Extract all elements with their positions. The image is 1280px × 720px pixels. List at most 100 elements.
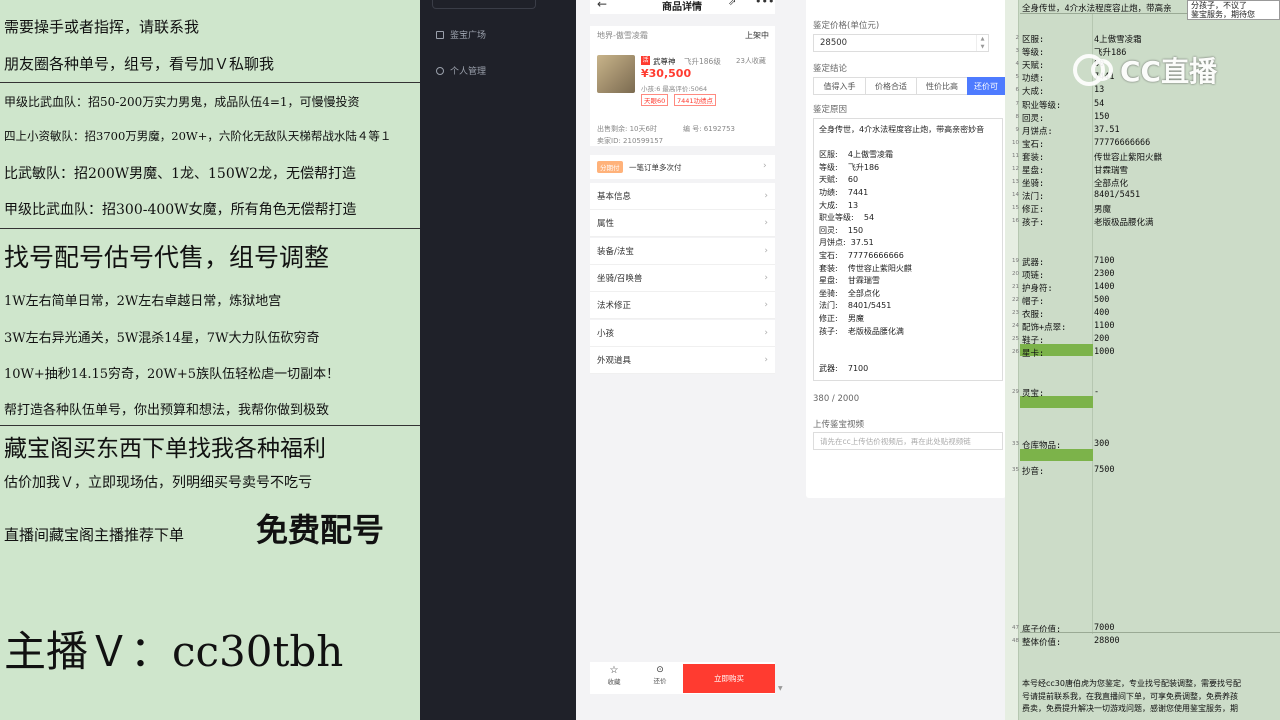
row-number: 25: [1012, 336, 1019, 343]
cc-logo-icon: [1073, 54, 1113, 86]
sheet-value-cell[interactable]: 7000: [1094, 623, 1114, 633]
sheet-key-cell[interactable]: 坐骑:: [1022, 177, 1044, 189]
sheet-key-cell[interactable]: 鞋子:: [1022, 334, 1044, 346]
sheet-value-cell[interactable]: 37.51: [1094, 125, 1120, 135]
sidebar-item-plaza[interactable]: 鉴宝广场: [436, 28, 486, 41]
video-link-input[interactable]: 请先在cc上传估价视频后，再在此处贴视频链: [813, 432, 1003, 450]
sheet-value-cell[interactable]: 1400: [1094, 282, 1114, 292]
sheet-value-cell[interactable]: 400: [1094, 308, 1109, 318]
menu-appearance[interactable]: 外观道具 ›: [590, 347, 775, 374]
sheet-key-cell[interactable]: 星盘:: [1022, 164, 1044, 176]
sheet-value-cell[interactable]: 男魔: [1094, 203, 1111, 215]
conclusion-value[interactable]: 性价比高: [916, 77, 968, 95]
sheet-value-cell[interactable]: 甘霖瑞雪: [1094, 164, 1128, 176]
share-icon[interactable]: ⇗: [728, 0, 736, 8]
menu-children[interactable]: 小孩 ›: [590, 320, 775, 347]
menu-label: 装备/法宝: [597, 247, 634, 257]
more-icon[interactable]: •••: [755, 0, 774, 8]
menu-spell-fix[interactable]: 法术修正 ›: [590, 292, 775, 319]
sheet-key-cell[interactable]: 孩子:: [1022, 216, 1044, 228]
sheet-key-cell[interactable]: 回灵:: [1022, 112, 1044, 124]
reason-label: 鉴定原因: [813, 105, 848, 115]
sidebar-item-personal[interactable]: 个人管理: [436, 64, 486, 77]
cc-live-watermark: CC直播: [1072, 50, 1217, 90]
sheet-value-cell[interactable]: 150: [1094, 112, 1109, 122]
sheet-key-cell[interactable]: 抄音:: [1022, 465, 1044, 477]
sheet-key-cell[interactable]: 灵宝:: [1022, 387, 1044, 399]
back-arrow-icon[interactable]: ←: [597, 0, 607, 11]
row-number: 22: [1012, 297, 1019, 303]
sheet-value-cell[interactable]: 传世容止紫阳火麒: [1094, 151, 1162, 163]
row-number: 29: [1012, 388, 1019, 395]
sheet-key-cell[interactable]: 等级:: [1022, 46, 1044, 58]
conclusion-fair-price[interactable]: 价格合适: [865, 77, 917, 95]
sheet-key-cell[interactable]: 武器:: [1022, 256, 1044, 268]
sheet-value-cell[interactable]: 老版极品腰化满: [1094, 216, 1154, 228]
row-number: 48: [1012, 637, 1019, 644]
admin-sidebar: [420, 0, 576, 720]
sheet-key-cell[interactable]: 星卡:: [1022, 347, 1044, 359]
price-input[interactable]: 28500: [813, 34, 989, 52]
menu-attributes[interactable]: 属性 ›: [590, 210, 775, 237]
sheet-key-cell[interactable]: 仓库物品:: [1022, 439, 1061, 451]
sheet-key-cell[interactable]: 配饰+点翠:: [1022, 321, 1066, 333]
sheet-key-cell[interactable]: 功绩:: [1022, 72, 1044, 84]
divider: [1020, 632, 1280, 633]
buy-now-button[interactable]: 立即购买: [683, 664, 775, 693]
sheet-value-cell[interactable]: 300: [1094, 439, 1109, 449]
menu-basic-info[interactable]: 基本信息 ›: [590, 183, 775, 210]
scroll-down-icon[interactable]: ▼: [778, 685, 783, 692]
price-stepper[interactable]: ▲ ▼: [976, 35, 988, 51]
promo-line: 估价加我Ｖ，立即现场估，列明细买号卖号不吃亏: [4, 475, 312, 491]
sheet-key-cell[interactable]: 整体价值:: [1022, 636, 1061, 648]
sheet-value-cell[interactable]: 500: [1094, 295, 1109, 305]
sheet-key-cell[interactable]: 天赋:: [1022, 59, 1044, 71]
menu-equipment[interactable]: 装备/法宝 ›: [590, 238, 775, 265]
sheet-value-cell[interactable]: 7500: [1094, 465, 1114, 475]
menu-label: 属性: [597, 219, 615, 229]
reason-textarea[interactable]: 全身传世，4介水法程度容止炮，带高亲密妙音 区服: 4上傲雪凌霜 等级: 飞升1…: [813, 118, 1003, 381]
reason-line: 大成: 13: [819, 200, 859, 210]
sheet-key-cell[interactable]: 帽子:: [1022, 295, 1044, 307]
sheet-key-cell[interactable]: 护身符:: [1022, 282, 1053, 294]
sheet-key-cell[interactable]: 宝石:: [1022, 138, 1044, 150]
sheet-value-cell[interactable]: 200: [1094, 334, 1109, 344]
bargain-button[interactable]: ⊙ 还价: [650, 665, 670, 685]
menu-mounts[interactable]: 坐骑/召唤兽 ›: [590, 265, 775, 292]
sheet-key-cell[interactable]: 项链:: [1022, 269, 1044, 281]
server-line: 地界-傲雪凌霜: [597, 31, 648, 40]
sheet-key-cell[interactable]: 修正:: [1022, 203, 1044, 215]
sheet-value-cell[interactable]: 28800: [1094, 636, 1120, 646]
column-divider: [1092, 14, 1093, 634]
sheet-value-cell[interactable]: 1000: [1094, 347, 1114, 357]
sheet-key-cell[interactable]: 区服:: [1022, 33, 1044, 45]
sheet-value-cell[interactable]: 54: [1094, 99, 1104, 109]
sheet-value-cell[interactable]: 2300: [1094, 269, 1114, 279]
reason-line: [819, 137, 997, 150]
sheet-key-cell[interactable]: 套装:: [1022, 151, 1044, 163]
sheet-value-cell[interactable]: 8401/5451: [1094, 190, 1140, 200]
sheet-value-cell[interactable]: 全部点化: [1094, 177, 1128, 189]
bargain-icon: ⊙: [656, 665, 664, 675]
row-number: 16: [1012, 218, 1019, 225]
sheet-value-cell[interactable]: 7100: [1094, 256, 1114, 266]
sidebar-search-box[interactable]: [432, 0, 536, 9]
sheet-value-cell[interactable]: 4上傲雪凌霜: [1094, 33, 1142, 45]
sheet-value-cell[interactable]: 77776666666: [1094, 138, 1150, 148]
notice-line: 鉴宝服务，期待您: [1191, 10, 1255, 19]
sheet-value-cell[interactable]: -: [1094, 387, 1099, 397]
chevron-right-icon: ›: [764, 355, 768, 365]
sheet-key-cell[interactable]: 大成:: [1022, 85, 1044, 97]
sheet-key-cell[interactable]: 月饼点:: [1022, 125, 1053, 137]
price: ¥30,500: [641, 67, 692, 80]
row-number: 23: [1012, 310, 1019, 317]
sheet-key-cell[interactable]: 法门:: [1022, 190, 1044, 202]
item-level: 飞升186级: [684, 57, 721, 66]
conclusion-bargain[interactable]: 还价可: [967, 77, 1005, 95]
row-number: 19: [1012, 257, 1019, 264]
sheet-key-cell[interactable]: 职业等级:: [1022, 99, 1061, 111]
sheet-key-cell[interactable]: 衣服:: [1022, 308, 1044, 320]
favorite-button[interactable]: ☆ 收藏: [604, 665, 624, 686]
sheet-value-cell[interactable]: 1100: [1094, 321, 1114, 331]
conclusion-worth-it[interactable]: 值得入手: [813, 77, 866, 95]
